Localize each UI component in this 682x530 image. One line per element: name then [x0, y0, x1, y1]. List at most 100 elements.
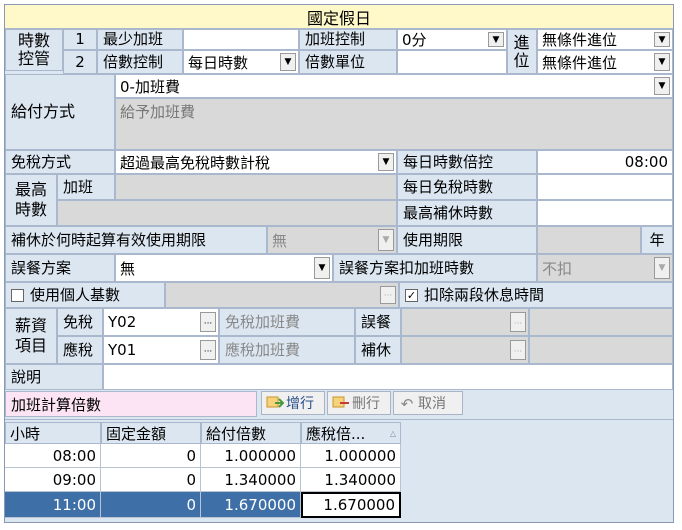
delete-row-button[interactable]: 刪行: [327, 391, 391, 415]
payment-note: 給予加班費: [115, 98, 673, 150]
comp-item-field[interactable]: ···: [401, 336, 529, 364]
ellipsis-icon[interactable]: ···: [200, 340, 216, 360]
min-overtime-label: 最少加班: [97, 29, 183, 50]
meal-item-field[interactable]: ···: [401, 308, 529, 336]
salary-items-label: 薪資項目: [5, 308, 57, 364]
personal-base-field[interactable]: ···: [165, 282, 399, 308]
chevron-down-icon[interactable]: ▼: [488, 32, 504, 47]
table-cell[interactable]: 11:00: [5, 492, 101, 518]
chevron-down-icon[interactable]: ▼: [314, 257, 330, 279]
ratio-control-select[interactable]: 每日時數 ▼: [183, 50, 299, 74]
daily-ratio-field[interactable]: 08:00: [537, 150, 673, 174]
ratio-unit-label: 倍數單位: [299, 50, 397, 74]
column-header-pay-ratio[interactable]: 給付倍數: [201, 422, 301, 444]
daily-taxfree-label: 每日免稅時數: [397, 174, 537, 200]
payment-method-label: 給付方式: [5, 74, 115, 150]
salary-spacer-1: [529, 308, 673, 336]
max-hours-field-2: [57, 200, 397, 226]
overtime-control-select[interactable]: 0分 ▼: [397, 29, 507, 50]
chevron-down-icon[interactable]: ▼: [280, 53, 296, 71]
period-field[interactable]: [537, 226, 641, 254]
comp-item-label: 補休: [355, 336, 401, 364]
table-cell[interactable]: 0: [101, 492, 201, 518]
ratio-section-label: 加班計算倍數: [5, 391, 257, 417]
holiday-settings-window: 國定假日 時數控管 1 最少加班 加班控制 0分 ▼ 2 倍數控制 每日時數 ▼…: [4, 4, 674, 523]
tax-method-select[interactable]: 超過最高免稅時數計稅 ▼: [115, 150, 397, 174]
remark-label: 說明: [5, 364, 103, 390]
deduct-break-checkbox[interactable]: ✓: [405, 288, 418, 302]
carry-select-1[interactable]: 無條件進位 ▼: [537, 29, 673, 50]
taxable-label: 應稅: [57, 336, 103, 364]
taxable-field[interactable]: Y01 ···: [103, 336, 219, 364]
daily-taxfree-field[interactable]: [537, 174, 673, 200]
sort-ascending-icon: △: [389, 428, 396, 438]
taxable-ot-label: 應稅加班費: [219, 336, 355, 364]
add-row-icon: [266, 396, 284, 408]
cancel-button[interactable]: ↶ 取消: [393, 391, 463, 415]
table-cell[interactable]: 1.340000: [201, 468, 301, 492]
remark-field[interactable]: [103, 364, 673, 390]
ellipsis-icon[interactable]: ···: [380, 286, 396, 304]
window-title: 國定假日: [306, 8, 371, 28]
hours-control-label: 時數控管: [5, 29, 63, 71]
max-overtime-field[interactable]: [115, 174, 397, 200]
chevron-down-icon[interactable]: ▼: [654, 257, 670, 279]
ratio-table: 小時 固定金額 給付倍數 應稅倍... △ 08:00 0 1.000000 1…: [5, 419, 673, 522]
salary-spacer-2: [529, 336, 673, 364]
table-cell[interactable]: 0: [101, 468, 201, 492]
max-overtime-label: 加班: [57, 174, 115, 200]
ratio-unit-field[interactable]: [397, 50, 507, 74]
comp-leave-select[interactable]: 無 ▼: [267, 226, 397, 254]
max-comp-field[interactable]: [537, 200, 673, 226]
taxfree-label: 免稅: [57, 308, 103, 336]
chevron-down-icon[interactable]: ▼: [654, 77, 670, 95]
taxfree-field[interactable]: Y02 ···: [103, 308, 219, 336]
ellipsis-icon[interactable]: ···: [200, 312, 216, 332]
daily-ratio-label: 每日時數倍控: [397, 150, 537, 174]
max-comp-label: 最高補休時數: [397, 200, 537, 226]
meal-deduct-label: 誤餐方案扣加班時數: [333, 254, 537, 282]
period-label: 使用期限: [397, 226, 537, 254]
carry-select-2[interactable]: 無條件進位 ▼: [537, 50, 673, 74]
meal-plan-label: 誤餐方案: [5, 254, 115, 282]
ratio-control-label: 倍數控制: [97, 50, 183, 74]
add-row-button[interactable]: 增行: [261, 391, 325, 415]
payment-method-select[interactable]: 0-加班費 ▼: [115, 74, 673, 98]
table-cell[interactable]: 1.340000: [301, 468, 401, 492]
window-title-bar: 國定假日: [5, 5, 673, 29]
meal-plan-select[interactable]: 無 ▼: [115, 254, 333, 282]
table-cell[interactable]: 0: [101, 444, 201, 468]
chevron-down-icon[interactable]: ▼: [654, 32, 670, 47]
chevron-down-icon[interactable]: ▼: [654, 53, 670, 71]
tax-method-label: 免稅方式: [5, 150, 115, 174]
table-cell[interactable]: 1.670000: [201, 492, 301, 518]
delete-row-icon: [332, 396, 349, 408]
ellipsis-icon[interactable]: ···: [510, 340, 526, 360]
max-hours-label: 最高時數: [5, 174, 57, 226]
row2-number: 2: [63, 50, 97, 74]
comp-leave-label: 補休於何時起算有效使用期限: [5, 226, 267, 254]
personal-base-checkbox-row[interactable]: 使用個人基數: [5, 282, 165, 308]
column-header-fixed-amount[interactable]: 固定金額: [101, 422, 201, 444]
overtime-control-label: 加班控制: [299, 29, 397, 50]
deduct-break-checkbox-row[interactable]: ✓ 扣除兩段休息時間: [399, 282, 673, 308]
table-cell[interactable]: 1.000000: [201, 444, 301, 468]
table-cell-active[interactable]: 1.670000: [301, 492, 401, 518]
meal-deduct-select[interactable]: 不扣 ▼: [537, 254, 673, 282]
taxfree-ot-label: 免稅加班費: [219, 308, 355, 336]
carry-label: 進位: [507, 29, 537, 74]
table-cell[interactable]: 1.000000: [301, 444, 401, 468]
row1-number: 1: [63, 29, 97, 50]
ellipsis-icon[interactable]: ···: [510, 312, 526, 332]
table-cell[interactable]: 08:00: [5, 444, 101, 468]
personal-base-checkbox[interactable]: [11, 288, 24, 302]
table-cell[interactable]: 09:00: [5, 468, 101, 492]
column-header-hours[interactable]: 小時: [5, 422, 101, 444]
column-header-taxable-ratio[interactable]: 應稅倍... △: [301, 422, 401, 444]
undo-icon: ↶: [400, 395, 414, 413]
chevron-down-icon[interactable]: ▼: [378, 153, 394, 171]
period-unit: 年: [641, 226, 673, 254]
chevron-down-icon[interactable]: ▼: [378, 229, 394, 251]
meal-item-label: 誤餐: [355, 308, 401, 336]
min-overtime-field[interactable]: [183, 29, 299, 50]
